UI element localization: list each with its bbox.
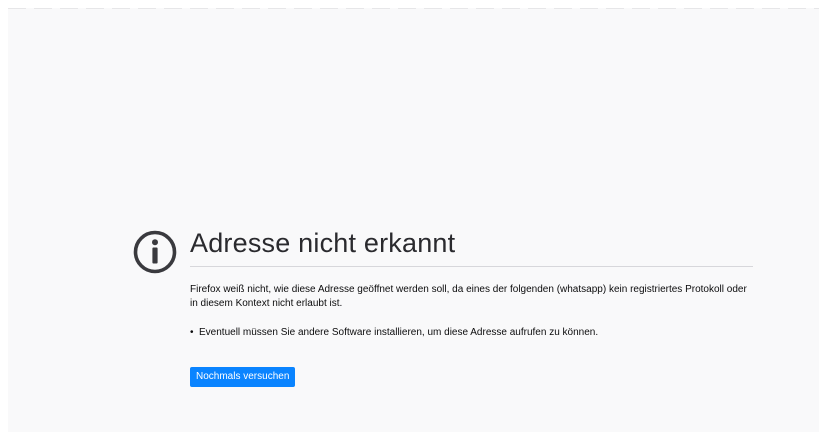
title-divider: [190, 266, 753, 267]
suggestion-item: Eventuell müssen Sie andere Software ins…: [190, 326, 598, 340]
info-icon: [133, 230, 177, 274]
top-divider: [8, 8, 819, 9]
error-page: Adresse nicht erkannt Firefox weiß nicht…: [8, 8, 819, 432]
error-description: Firefox weiß nicht, wie diese Adresse ge…: [190, 284, 747, 309]
page-title: Adresse nicht erkannt: [190, 228, 456, 258]
suggestion-list: Eventuell müssen Sie andere Software ins…: [190, 326, 598, 340]
retry-button[interactable]: Nochmals versuchen: [190, 367, 296, 387]
